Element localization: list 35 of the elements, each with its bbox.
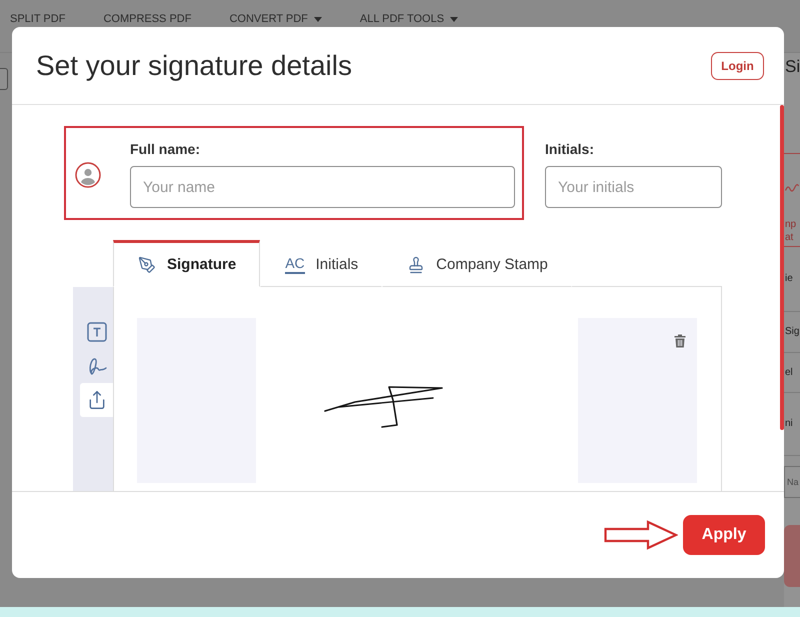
user-avatar-icon [75,162,101,188]
nav-link[interactable]: COMPRESS PDF [103,13,192,26]
name-input[interactable]: Your name [130,166,515,208]
panel-heading: Si [785,57,800,76]
field-label: Full name: [130,141,202,157]
login-button[interactable]: Login [711,52,764,80]
caret-icon [314,17,322,22]
text-box-icon [86,322,106,342]
tool-button[interactable] [86,356,106,376]
nav-link[interactable]: SPLIT PDF [10,13,66,26]
button-edge [784,525,800,587]
panel-note: at [785,231,794,244]
panel-note: np [785,218,798,231]
tool-button[interactable] [80,383,113,417]
scrollbar-thumb[interactable] [780,105,784,430]
tab[interactable]: Signature [113,240,260,287]
tool-button[interactable] [86,322,106,342]
initials-input[interactable]: Your initials [545,166,722,208]
signature-scribble-icon [86,356,106,376]
panel-row-text: ni [785,418,793,430]
nav-link[interactable]: ALL PDF TOOLS [360,13,458,26]
nav-link[interactable]: CONVERT PDF [229,13,322,26]
upload-icon [86,390,106,410]
panel-row-text: ie [785,273,793,285]
field-label: Initials: [545,141,596,157]
panel-row-text: el [785,366,793,378]
stamp-icon [407,256,426,274]
trash-icon[interactable] [674,334,686,348]
caret-icon [450,17,458,22]
dialog-title: Set your signature details [36,48,352,82]
apply-button[interactable]: Apply [683,515,765,555]
pen-nib-icon [138,256,156,274]
squiggle-icon [785,184,799,192]
panel-row-text: Sig [785,326,800,338]
input-field[interactable]: Na [784,466,800,498]
